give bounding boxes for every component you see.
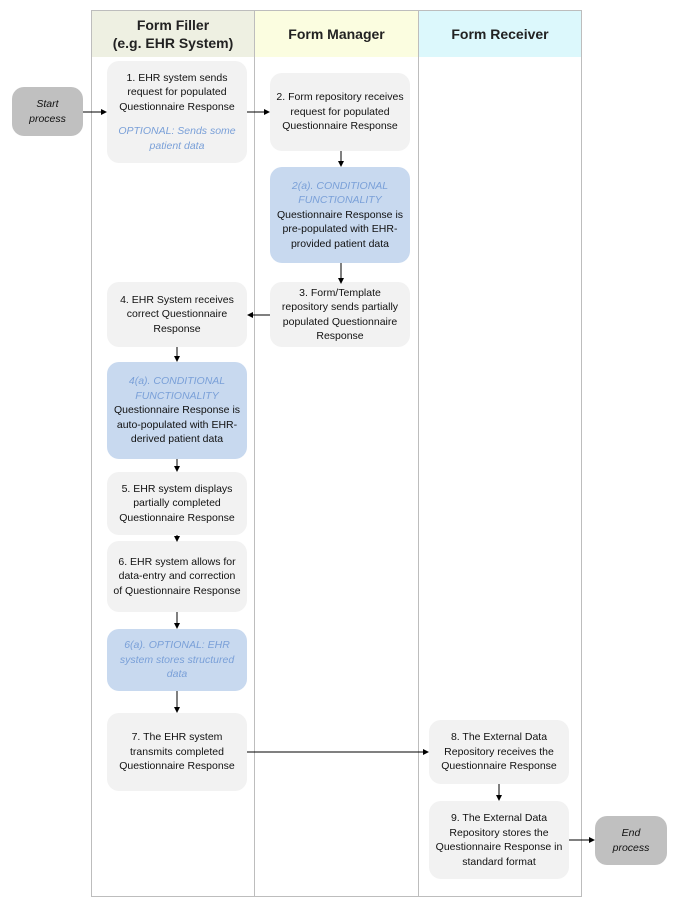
step-4a-text: Questionnaire Response is auto-populated… [113,404,241,446]
step-2a-note: 2(a). CONDITIONAL FUNCTIONALITY [291,179,389,207]
lane-header-form-receiver: Form Receiver [419,11,581,57]
lane-title-form-manager: Form Manager [288,26,385,42]
step-6a-note: 6(a). OPTIONAL: EHR system stores struct… [119,639,235,681]
start-process-label: Start process [29,97,66,125]
step-5-text: 5. EHR system displays partially complet… [119,482,235,524]
step-9-text: 9. The External Data Repository stores t… [435,812,563,868]
step-1-optional-note: OPTIONAL: Sends some patient data [118,125,236,152]
step-4a-box: 4(a). CONDITIONAL FUNCTIONALITY Question… [107,362,247,459]
step-1-box: 1. EHR system sends request for populate… [107,61,247,163]
step-4a-note: 4(a). CONDITIONAL FUNCTIONALITY [128,375,226,402]
step-3-box: 3. Form/Template repository sends partia… [270,282,410,347]
lane-header-form-filler: Form Filler (e.g. EHR System) [92,11,254,57]
lane-header-form-manager: Form Manager [255,11,418,57]
step-6-text: 6. EHR system allows for data-entry and … [113,555,241,597]
step-2a-box: 2(a). CONDITIONAL FUNCTIONALITY Question… [270,167,410,263]
step-4-box: 4. EHR System receives correct Questionn… [107,282,247,347]
end-process-terminal: End process [595,816,667,865]
step-1-text: 1. EHR system sends request for populate… [119,71,235,113]
step-2a-text: Questionnaire Response is pre-populated … [276,208,404,250]
step-6a-box: 6(a). OPTIONAL: EHR system stores struct… [107,629,247,691]
lane-title-form-filler: Form Filler (e.g. EHR System) [112,17,234,51]
end-process-label: End process [612,826,650,854]
step-4-text: 4. EHR System receives correct Questionn… [120,293,234,335]
step-7-text: 7. The EHR system transmits completed Qu… [119,731,235,773]
step-2-text: 2. Form repository receives request for … [276,91,404,133]
start-process-terminal: Start process [12,87,83,136]
lane-title-form-receiver: Form Receiver [451,26,549,42]
step-2-box: 2. Form repository receives request for … [270,73,410,151]
step-6-box: 6. EHR system allows for data-entry and … [107,541,247,612]
step-8-box: 8. The External Data Repository receives… [429,720,569,784]
step-9-box: 9. The External Data Repository stores t… [429,801,569,879]
step-7-box: 7. The EHR system transmits completed Qu… [107,713,247,791]
step-5-box: 5. EHR system displays partially complet… [107,472,247,535]
step-3-text: 3. Form/Template repository sends partia… [281,286,399,343]
step-8-text: 8. The External Data Repository receives… [441,731,557,773]
